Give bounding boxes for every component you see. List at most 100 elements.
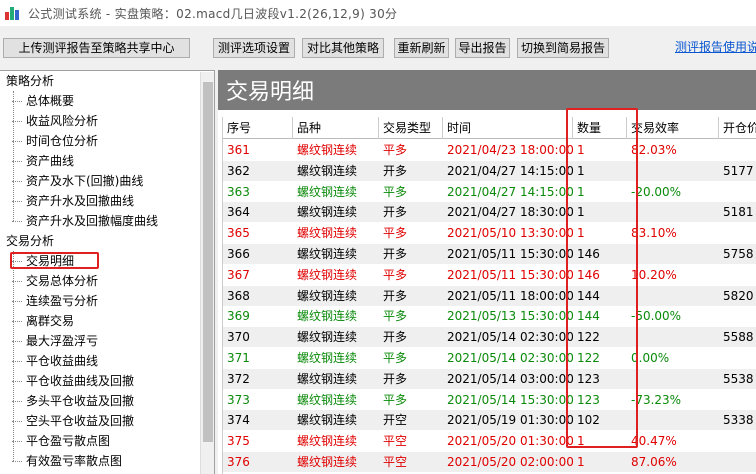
- window-title: 公式测试系统 - 实盘策略：02.macd几日波段v1.2(26,12,9) 3…: [28, 6, 398, 21]
- cell-no: 369: [227, 309, 250, 324]
- cell-qty: 123: [577, 392, 600, 407]
- cell-open-price: 5181: [723, 205, 754, 220]
- cell-qty: 1: [577, 163, 585, 178]
- table-row[interactable]: 375 螺纹钢连续 平空 2021/05/20 01:30:00 1 40.47%: [223, 431, 756, 451]
- cell-qty: 146: [577, 247, 600, 261]
- table-row[interactable]: 374 螺纹钢连续 开空 2021/05/19 01:30:00 102 5338: [223, 410, 756, 431]
- cell-efficiency: [627, 286, 719, 306]
- table-row[interactable]: 373 螺纹钢连续 平多 2021/05/14 15:30:00 123 -73.23%: [223, 390, 756, 410]
- cell-efficiency: [627, 161, 719, 181]
- compare-strategy-button[interactable]: 对比其他策略: [302, 38, 384, 58]
- cell-time: 2021/05/11 18:00:00: [447, 288, 573, 303]
- cell-efficiency: 0.00%: [631, 351, 670, 365]
- col-header-efficiency[interactable]: 交易效率: [627, 117, 719, 139]
- sidebar-scrollbar[interactable]: [200, 72, 214, 474]
- cell-qty: 144: [577, 288, 600, 303]
- tree-group-trade[interactable]: 交易分析: [6, 231, 54, 251]
- table-row[interactable]: 372 螺纹钢连续 开多 2021/05/14 03:00:00 123 5538: [223, 368, 756, 389]
- tree-item-close-scatter[interactable]: 平仓盈亏散点图: [11, 431, 110, 451]
- cell-open-price: [719, 182, 756, 202]
- tree-item-close-profit-drawdown[interactable]: 平仓收益曲线及回撤: [11, 371, 134, 391]
- cell-qty: 1: [577, 205, 585, 220]
- table-row[interactable]: 367 螺纹钢连续 平多 2021/05/11 15:30:00 146 10.20%: [223, 265, 756, 285]
- table-row[interactable]: 368 螺纹钢连续 开多 2021/05/11 18:00:00 144 5820: [223, 285, 756, 306]
- tree-item-short-close-drawdown[interactable]: 空头平仓收益及回撤: [11, 411, 134, 431]
- tree-group-strategy[interactable]: 策略分析: [6, 71, 54, 91]
- cell-symbol: 螺纹钢连续: [297, 143, 358, 157]
- cell-type: 开多: [383, 330, 408, 345]
- cell-time: 2021/05/20 01:30:00: [447, 434, 573, 449]
- cell-efficiency: [627, 327, 719, 347]
- cell-time: 2021/05/13 15:30:00: [447, 309, 573, 324]
- cell-type: 平多: [383, 351, 408, 365]
- help-link[interactable]: 测评报告使用说: [675, 38, 756, 55]
- cell-no: 370: [227, 330, 250, 345]
- tree-item-max-float[interactable]: 最大浮盈浮亏: [11, 331, 98, 351]
- cell-qty: 1: [577, 184, 585, 199]
- cell-no: 371: [227, 351, 250, 365]
- cell-time: 2021/05/10 13:30:00: [447, 226, 573, 241]
- tree-item-premium-drawdown[interactable]: 资产升水及回撤曲线: [11, 191, 134, 211]
- cell-efficiency: -20.00%: [631, 184, 682, 199]
- cell-time: 2021/05/14 02:30:00: [447, 351, 573, 365]
- cell-no: 372: [227, 371, 250, 386]
- cell-open-price: [719, 348, 756, 368]
- cell-no: 364: [227, 205, 250, 220]
- refresh-button[interactable]: 重新刷新: [394, 38, 449, 58]
- tree-item-long-close-drawdown[interactable]: 多头平仓收益及回撤: [11, 391, 134, 411]
- cell-time: 2021/04/27 14:15:00: [447, 163, 573, 178]
- table-row[interactable]: 376 螺纹钢连续 平空 2021/05/20 02:00:00 1 87.06%: [223, 452, 756, 472]
- tree-item-premium-drawdown-range[interactable]: 资产升水及回撤幅度曲线: [11, 211, 158, 231]
- col-header-qty[interactable]: 数量: [573, 117, 627, 139]
- cell-time: 2021/05/20 02:00:00: [447, 455, 573, 469]
- cell-qty: 1: [577, 143, 585, 157]
- cell-efficiency: [627, 202, 719, 222]
- cell-symbol: 螺纹钢连续: [297, 184, 358, 199]
- tree-item-risk[interactable]: 收益风险分析: [11, 111, 98, 131]
- cell-qty: 1: [577, 226, 585, 241]
- tree-item-outlier-trades[interactable]: 离群交易: [11, 311, 74, 331]
- table-row[interactable]: 362 螺纹钢连续 开多 2021/04/27 14:15:00 1 5177: [223, 160, 756, 181]
- col-header-no[interactable]: 序号: [223, 117, 293, 139]
- test-options-button[interactable]: 测评选项设置: [213, 38, 295, 58]
- col-header-symbol[interactable]: 品种: [293, 117, 379, 139]
- cell-qty: 146: [577, 267, 600, 282]
- cell-symbol: 螺纹钢连续: [297, 351, 358, 365]
- export-report-button[interactable]: 导出报告: [455, 38, 510, 58]
- col-header-open-price[interactable]: 开仓价: [719, 117, 756, 139]
- table-row[interactable]: 370 螺纹钢连续 开多 2021/05/14 02:30:00 122 5588: [223, 327, 756, 348]
- upload-report-button[interactable]: 上传测评报告至策略共享中心: [3, 38, 190, 58]
- section-banner: 交易明细: [218, 70, 756, 110]
- table-row[interactable]: 366 螺纹钢连续 开多 2021/05/11 15:30:00 146 5758: [223, 244, 756, 264]
- scrollbar-thumb[interactable]: [203, 82, 213, 442]
- cell-type: 开多: [383, 371, 408, 386]
- tree-item-effective-scatter[interactable]: 有效盈亏率散点图: [11, 451, 122, 471]
- table-row[interactable]: 363 螺纹钢连续 平多 2021/04/27 14:15:00 1 -20.00%: [223, 182, 756, 202]
- table-row[interactable]: 371 螺纹钢连续 平多 2021/05/14 02:30:00 122 0.00%: [223, 348, 756, 368]
- cell-open-price: 5758: [723, 247, 754, 261]
- cell-type: 平多: [383, 392, 408, 407]
- cell-symbol: 螺纹钢连续: [297, 288, 358, 303]
- tree-item-equity-curve[interactable]: 资产曲线: [11, 151, 74, 171]
- tree-item-overview[interactable]: 总体概要: [11, 91, 74, 111]
- cell-time: 2021/05/14 15:30:00: [447, 392, 573, 407]
- cell-symbol: 螺纹钢连续: [297, 330, 358, 345]
- col-header-type[interactable]: 交易类型: [379, 117, 443, 139]
- table-row[interactable]: 364 螺纹钢连续 开多 2021/04/27 18:30:00 1 5181: [223, 202, 756, 223]
- table-row[interactable]: 365 螺纹钢连续 平多 2021/05/10 13:30:00 1 83.10%: [223, 223, 756, 243]
- cell-efficiency: 10.20%: [631, 267, 677, 282]
- tree-item-consecutive-pl[interactable]: 连续盈亏分析: [11, 291, 98, 311]
- switch-simple-report-button[interactable]: 切换到简易报告: [517, 38, 609, 58]
- cell-time: 2021/04/23 18:00:00: [447, 143, 573, 157]
- cell-open-price: 5177: [723, 163, 754, 178]
- table-row[interactable]: 369 螺纹钢连续 平多 2021/05/13 15:30:00 144 -50.00%: [223, 306, 756, 326]
- col-header-time[interactable]: 时间: [443, 117, 573, 139]
- cell-symbol: 螺纹钢连续: [297, 205, 358, 220]
- tree-item-trade-summary[interactable]: 交易总体分析: [11, 271, 98, 291]
- tree-item-time-position[interactable]: 时间仓位分析: [11, 131, 98, 151]
- tree-item-close-profit-curve[interactable]: 平仓收益曲线: [11, 351, 98, 371]
- table-row[interactable]: 361 螺纹钢连续 平多 2021/04/23 18:00:00 1 82.03%: [223, 140, 756, 160]
- cell-no: 363: [227, 184, 250, 199]
- tree-item-underwater-curve[interactable]: 资产及水下(回撤)曲线: [11, 171, 143, 191]
- cell-open-price: [719, 452, 756, 472]
